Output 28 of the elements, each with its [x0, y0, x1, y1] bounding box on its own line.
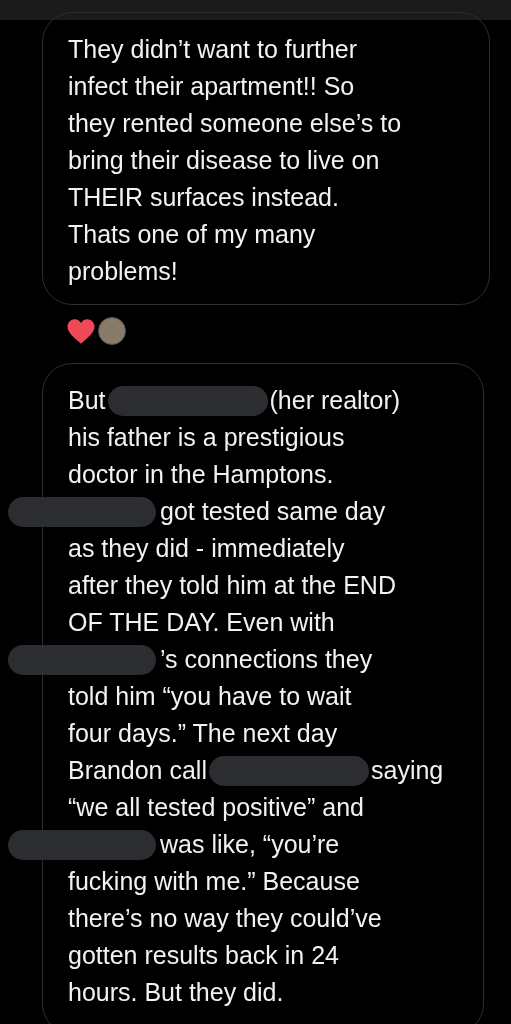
message-text: hours. But they did.: [68, 977, 284, 1008]
message-text: as they did - immediately: [68, 533, 345, 564]
message-text: there’s no way they could’ve: [68, 903, 382, 934]
message-text: doctor in the Hamptons.: [68, 459, 334, 490]
message-text: They didn’t want to further: [68, 34, 358, 65]
message-text: (her realtor): [269, 385, 401, 416]
message-text: OF THE DAY. Even with: [68, 607, 335, 638]
message-text: fucking with me.” Because: [68, 866, 360, 897]
message-text: was like, “you’re: [160, 829, 340, 860]
message-text: after they told him at the END: [68, 570, 396, 601]
message-text: got tested same day: [160, 496, 386, 527]
heart-icon: [66, 317, 96, 345]
message-text: four days.” The next day: [68, 718, 338, 749]
message-text: they rented someone else’s to: [68, 108, 402, 139]
message-text: his father is a prestigious: [68, 422, 345, 453]
message-text: bring their disease to live on: [68, 145, 380, 176]
message-text: ’s connections they: [160, 644, 373, 675]
message-text: saying: [371, 755, 444, 786]
message-text: Brandon call: [68, 755, 207, 786]
message-text: But: [68, 385, 106, 416]
avatar-icon: [98, 317, 126, 345]
message-text: “we all tested positive” and: [68, 792, 364, 823]
message-text: problems!: [68, 256, 178, 287]
message-text: told him “you have to wait: [68, 681, 352, 712]
message-text: gotten results back in 24: [68, 940, 339, 971]
message-text: Thats one of my many: [68, 219, 316, 250]
message-text: THEIR surfaces instead.: [68, 182, 339, 213]
message-text: infect their apartment!! So: [68, 71, 355, 102]
